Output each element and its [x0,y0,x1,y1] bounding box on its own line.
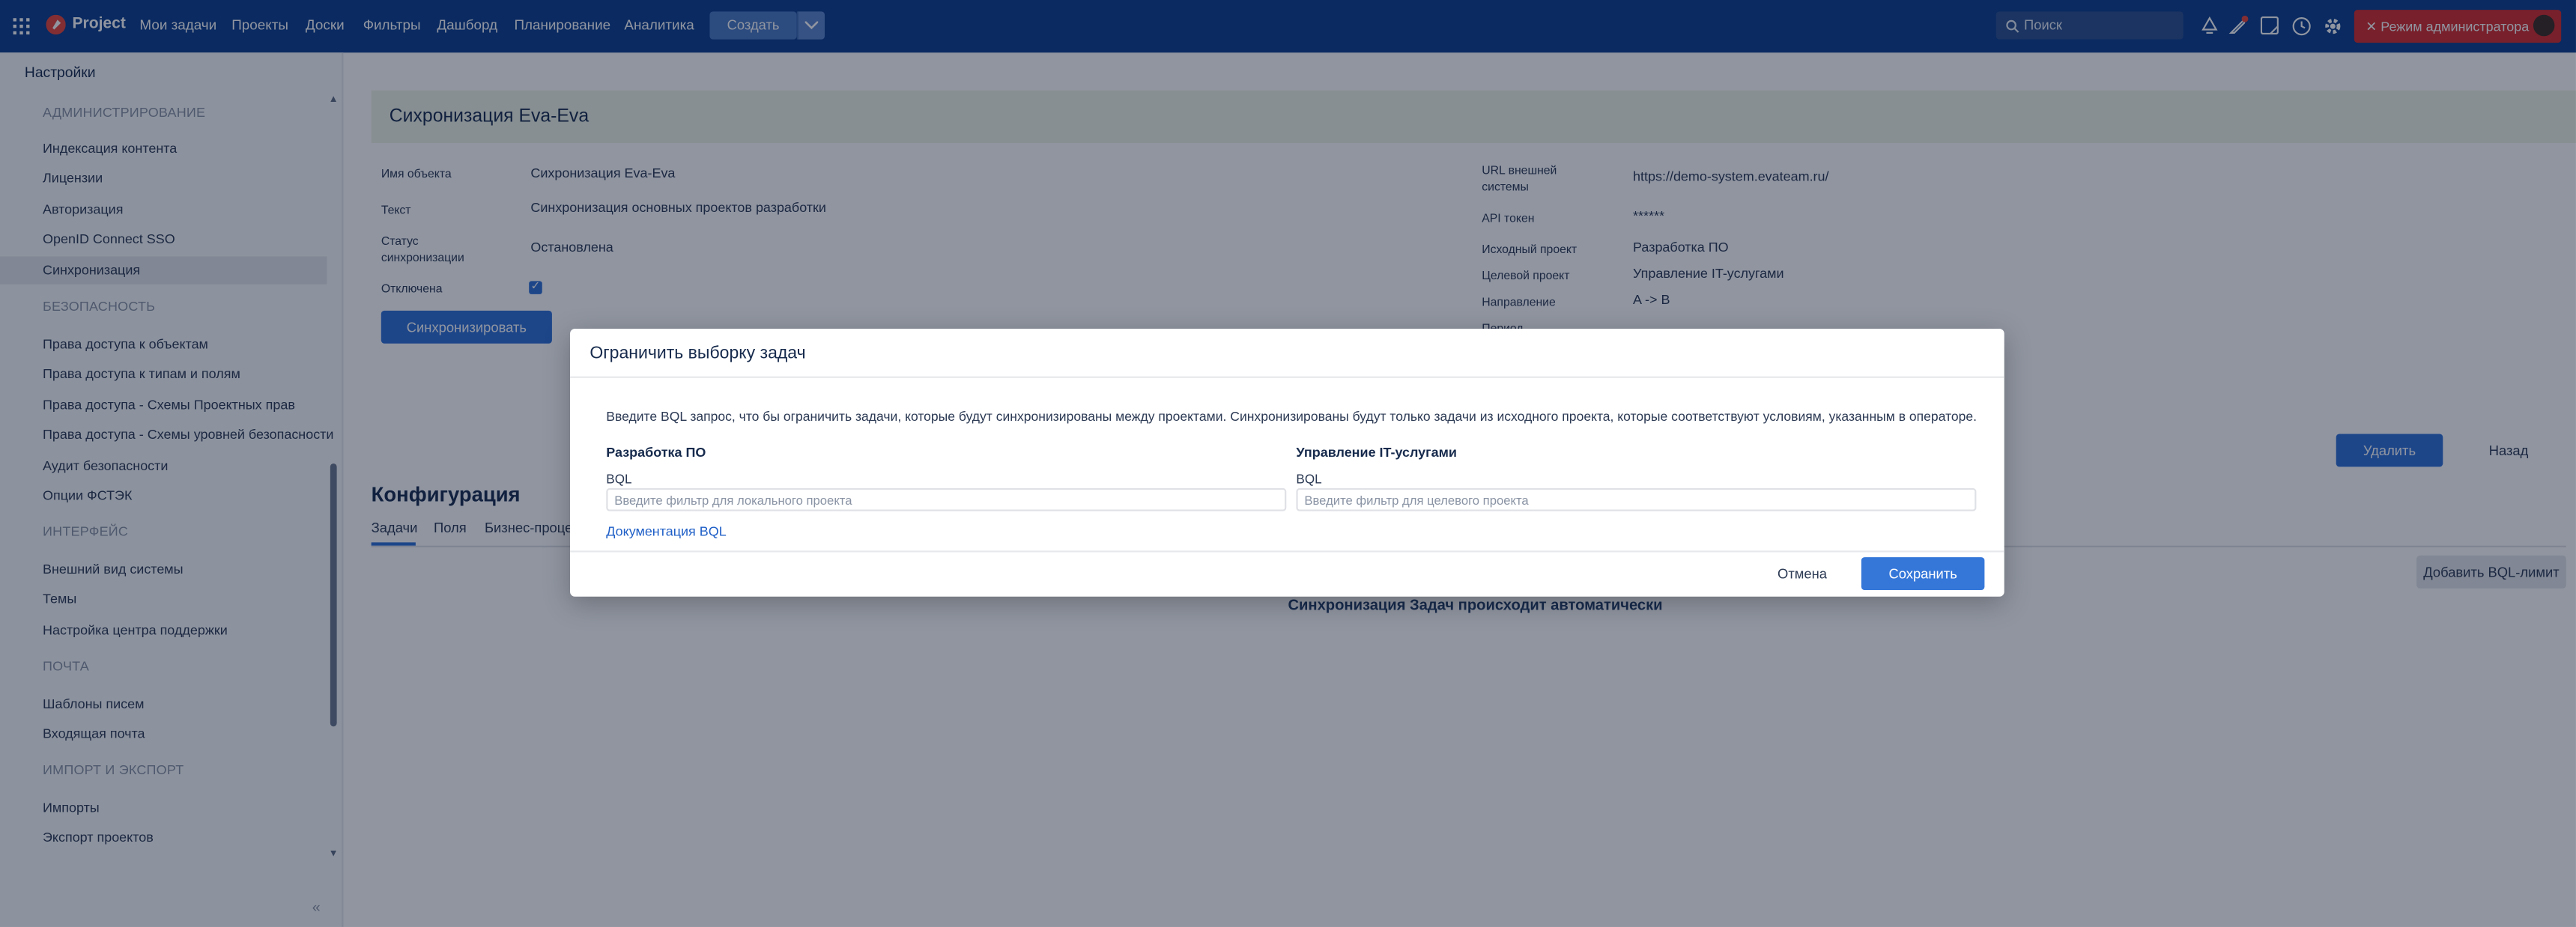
dialog-footer-divider [570,550,2004,553]
source-bql-label: BQL [606,471,632,487]
source-bql-input[interactable] [606,487,1287,511]
dialog-title: Ограничить выборку задач [590,343,806,364]
dialog-description: Введите BQL запрос, что бы ограничить за… [606,409,1978,425]
save-button[interactable]: Сохранить [1861,557,1985,591]
target-bql-input[interactable] [1296,487,1977,511]
target-bql-label: BQL [1296,471,1322,487]
cancel-button[interactable]: Отмена [1778,565,1827,582]
target-project-title: Управление IT-услугами [1296,445,1457,461]
auto-sync-text: Синхронизация Задач происходит автоматич… [1288,596,1663,613]
source-project-title: Разработка ПО [606,445,706,461]
bql-documentation-link[interactable]: Документация BQL [606,524,726,539]
dialog-header: Ограничить выборку задач [570,329,2004,378]
limit-tasks-dialog: Ограничить выборку задач Введите BQL зап… [570,329,2004,597]
